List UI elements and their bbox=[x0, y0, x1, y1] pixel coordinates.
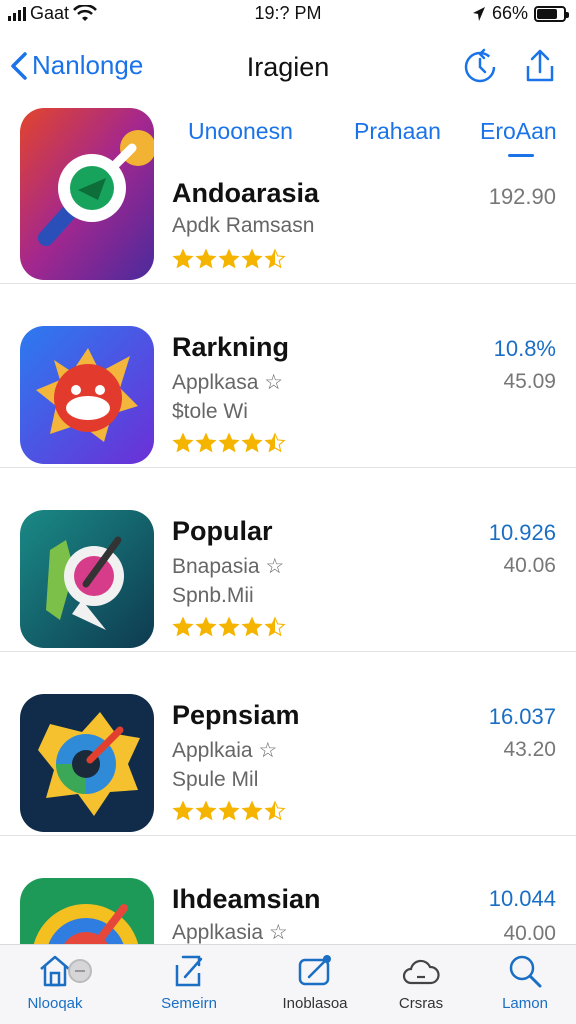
star-icon bbox=[264, 616, 286, 637]
app-developer: Spnb.Mii bbox=[172, 584, 254, 607]
status-right: 66% bbox=[472, 3, 569, 24]
app-size: 40.00 bbox=[503, 922, 556, 945]
app-price: 192.90 bbox=[488, 184, 556, 209]
cloud-icon bbox=[402, 959, 440, 985]
app-name: Rarkning bbox=[172, 332, 290, 362]
star-icon bbox=[241, 616, 263, 637]
tab-label: Crsras bbox=[398, 995, 444, 1012]
star-icon bbox=[218, 248, 240, 269]
tab-inoblasoa[interactable]: Inoblasoa bbox=[260, 951, 370, 1012]
rating-stars bbox=[172, 248, 286, 270]
tab-semeirn[interactable]: Semeirn bbox=[134, 951, 244, 1012]
star-icon bbox=[264, 432, 286, 453]
app-size: 43.20 bbox=[503, 738, 556, 761]
app-size: 40.06 bbox=[503, 554, 556, 577]
star-icon bbox=[195, 800, 217, 821]
app-price: 10.044 bbox=[488, 886, 556, 911]
app-developer: Spule Mil bbox=[172, 768, 259, 791]
star-icon bbox=[172, 248, 194, 269]
app-name: Ihdeamsian bbox=[172, 884, 321, 914]
star-icon bbox=[195, 248, 217, 269]
tab-label: Nlooqak bbox=[27, 995, 83, 1012]
app-subtitle: Applkasa ☆ bbox=[172, 371, 284, 394]
share-button[interactable] bbox=[522, 48, 558, 84]
app-name: Popular bbox=[172, 516, 273, 546]
tab-search[interactable]: Lamon bbox=[470, 951, 576, 1012]
app-subtitle: Bnapasia ☆ bbox=[172, 555, 285, 578]
list-item[interactable]: Popular Bnapasia ☆ Spnb.Mii 10.926 40.06 bbox=[0, 468, 576, 652]
star-icon bbox=[218, 800, 240, 821]
share-edit-icon bbox=[175, 955, 203, 987]
app-name: Andoarasia bbox=[172, 178, 320, 208]
app-subtitle: Apdk Ramsasn bbox=[172, 214, 315, 237]
app-subtitle: Applkaia ☆ bbox=[172, 739, 278, 762]
location-icon bbox=[472, 6, 485, 21]
star-icon bbox=[195, 616, 217, 637]
app-price: 10.926 bbox=[488, 520, 556, 545]
app-subtitle: Applkasia ☆ bbox=[172, 921, 288, 944]
app-size: 45.09 bbox=[503, 370, 556, 393]
app-price: 10.8% bbox=[493, 336, 556, 361]
star-icon bbox=[264, 800, 286, 821]
nav-actions bbox=[462, 48, 558, 84]
app-icon bbox=[20, 510, 154, 648]
star-icon bbox=[241, 800, 263, 821]
app-price: 16.037 bbox=[488, 704, 556, 729]
list-item[interactable]: Rarkning Applkasa ☆ $tole Wi 10.8% 45.09 bbox=[0, 284, 576, 468]
star-icon bbox=[264, 248, 286, 269]
search-icon bbox=[509, 955, 542, 988]
battery-percent: 66% bbox=[491, 3, 528, 23]
refresh-icon bbox=[464, 48, 496, 83]
rating-stars bbox=[172, 800, 286, 822]
tab-crsras[interactable]: Crsras bbox=[366, 951, 476, 1012]
rating-stars bbox=[172, 616, 286, 638]
badge bbox=[60, 957, 100, 990]
app-icon bbox=[20, 326, 154, 464]
app-developer: $tole Wi bbox=[172, 400, 248, 423]
refresh-button[interactable] bbox=[462, 48, 498, 84]
app-name: Pepnsiam bbox=[172, 700, 300, 730]
star-icon bbox=[172, 616, 194, 637]
rating-stars bbox=[172, 432, 286, 454]
tab-label: Semeirn bbox=[161, 995, 217, 1012]
app-icon bbox=[20, 108, 154, 280]
circle-badge-icon bbox=[68, 959, 92, 983]
star-icon bbox=[218, 432, 240, 453]
tab-label: Lamon bbox=[502, 995, 548, 1012]
navigation-bar: Nanlonge Iragien bbox=[0, 36, 576, 96]
status-bar: Gaat 19:? PM 66% bbox=[0, 0, 576, 28]
star-icon bbox=[172, 800, 194, 821]
list-item[interactable]: Andoarasia Apdk Ramsasn 192.90 bbox=[0, 100, 576, 284]
list-item[interactable]: Pepnsiam Applkaia ☆ Spule Mil 16.037 43.… bbox=[0, 652, 576, 836]
star-icon bbox=[195, 432, 217, 453]
chat-edit-icon bbox=[298, 955, 331, 986]
app-icon bbox=[20, 694, 154, 832]
star-icon bbox=[172, 432, 194, 453]
tab-label: Inoblasoa bbox=[282, 995, 348, 1012]
star-icon bbox=[218, 616, 240, 637]
share-icon bbox=[526, 49, 554, 82]
star-icon bbox=[241, 432, 263, 453]
battery-icon bbox=[534, 5, 569, 22]
star-icon bbox=[241, 248, 263, 269]
bottom-tab-bar: Nlooqak Semeirn Inoblasoa Crsras Lamon bbox=[0, 944, 576, 1024]
